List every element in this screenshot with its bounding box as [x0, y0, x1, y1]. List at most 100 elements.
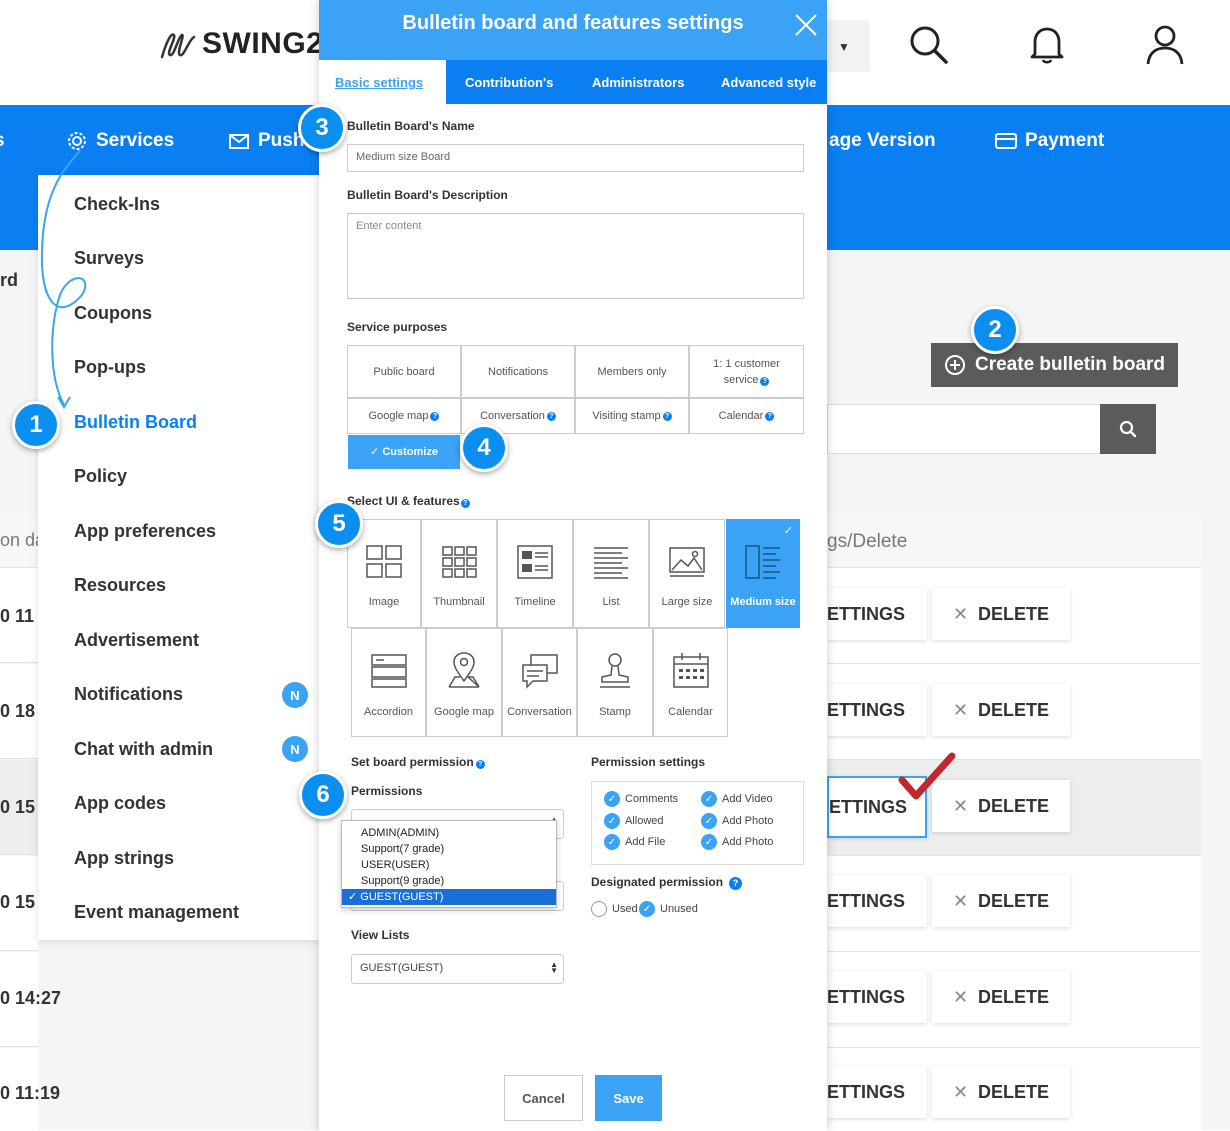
purpose-members-only[interactable]: Members only [575, 345, 689, 398]
perm-add-video-checkbox[interactable]: ✓ Add Video [701, 791, 773, 807]
create-bulletin-board-button[interactable]: Create bulletin board [931, 343, 1178, 387]
delete-button[interactable]: ✕ DELETE [932, 684, 1070, 736]
option-guest-selected[interactable]: ✓ GUEST(GUEST) [342, 889, 556, 905]
feature-thumbnail[interactable]: Thumbnail [421, 519, 497, 628]
feature-large-size[interactable]: Large size [649, 519, 725, 628]
thumbnail-grid-icon [442, 546, 477, 578]
option-admin[interactable]: ADMIN(ADMIN) [342, 825, 556, 841]
help-icon: ? [729, 877, 743, 890]
settings-button[interactable]: ETTINGS [827, 1066, 927, 1118]
menu-item-advertisement[interactable]: Advertisement [74, 630, 199, 651]
close-icon: ✕ [952, 1081, 969, 1102]
feature-timeline[interactable]: Timeline [497, 519, 573, 628]
settings-button[interactable]: ETTINGS [827, 588, 927, 640]
perm-add-file-checkbox[interactable]: ✓ Add File [604, 834, 665, 850]
check-icon: ✓ [639, 901, 655, 917]
menu-item-app-codes[interactable]: App codes [74, 793, 166, 814]
nav-push[interactable]: Push [228, 126, 304, 156]
option-user[interactable]: USER(USER) [342, 857, 556, 873]
search-icon[interactable] [906, 22, 950, 66]
feature-list[interactable]: List [573, 519, 649, 628]
language-select[interactable]: ▼ [826, 20, 870, 72]
menu-item-policy[interactable]: Policy [74, 466, 127, 487]
purpose-notifications[interactable]: Notifications [461, 345, 575, 398]
purpose-calendar[interactable]: Calendar? [689, 398, 804, 434]
perm-comments-checkbox[interactable]: ✓ Comments [604, 791, 678, 807]
menu-item-chat-with-admin[interactable]: Chat with admin [74, 739, 213, 760]
user-icon[interactable] [1143, 22, 1187, 66]
cancel-button[interactable]: Cancel [504, 1075, 583, 1121]
menu-item-app-strings[interactable]: App strings [74, 848, 174, 869]
option-support-9[interactable]: Support(9 grade) [342, 873, 556, 889]
designated-used-radio[interactable]: Used [591, 901, 638, 917]
settings-button[interactable]: ETTINGS [827, 971, 927, 1023]
check-icon: ✓ [701, 813, 717, 829]
row-time: 0 11:19 [0, 1083, 61, 1103]
close-icon: ✕ [952, 986, 969, 1007]
step-callout-3: 3 [298, 104, 346, 152]
close-icon[interactable] [793, 12, 819, 38]
purpose-public-board[interactable]: Public board [347, 345, 461, 398]
menu-item-bulletin-board[interactable]: Bulletin Board [74, 412, 197, 433]
set-board-permission-label: Set board permission? [351, 755, 485, 769]
row-time: 0 14:27 [0, 988, 62, 1008]
perm-add-photo-checkbox[interactable]: ✓ Add Photo [701, 813, 773, 829]
step-callout-1: 1 [12, 401, 60, 449]
menu-item-app-preferences[interactable]: App preferences [74, 521, 216, 542]
step-callout-5: 5 [315, 500, 363, 548]
feature-stamp[interactable]: Stamp [577, 628, 653, 737]
purpose-visiting-stamp[interactable]: Visiting stamp? [575, 398, 689, 434]
delete-button[interactable]: ✕ DELETE [932, 588, 1070, 640]
save-button[interactable]: Save [595, 1075, 662, 1121]
permission-settings-label: Permission settings [591, 755, 706, 769]
search-icon [1119, 420, 1137, 438]
delete-button[interactable]: ✕ DELETE [932, 971, 1070, 1023]
designated-unused-radio[interactable]: ✓ Unused [639, 901, 698, 917]
close-icon: ✕ [952, 890, 969, 911]
board-name-input[interactable]: Medium size Board [347, 144, 804, 172]
delete-button[interactable]: ✕ DELETE [932, 1066, 1070, 1118]
view-lists-select[interactable]: GUEST(GUEST) ▲ ▼ [351, 954, 564, 984]
menu-item-notifications[interactable]: Notifications [74, 684, 183, 705]
perm-add-photo-2-checkbox[interactable]: ✓ Add Photo [701, 834, 773, 850]
step-callout-6: 6 [299, 771, 347, 819]
nav-payment[interactable]: Payment [995, 126, 1104, 156]
board-name-label: Bulletin Board's Name [347, 119, 475, 133]
settings-button[interactable]: ETTINGS [827, 684, 927, 736]
feature-conversation[interactable]: Conversation [502, 628, 577, 737]
search-input[interactable] [827, 404, 1101, 454]
delete-button[interactable]: ✕ DELETE [932, 875, 1070, 927]
nav-push-label: Push [258, 130, 305, 151]
board-description-textarea[interactable]: Enter content [347, 213, 804, 299]
tab-basic-settings[interactable]: Basic settings [335, 75, 423, 90]
stamp-icon [600, 653, 630, 688]
search-button[interactable] [1100, 404, 1156, 454]
perm-allowed-checkbox[interactable]: ✓ Allowed [604, 813, 664, 829]
tab-advanced-style[interactable]: Advanced style [721, 75, 816, 90]
nav-page-version[interactable]: age Version [829, 126, 936, 156]
large-image-icon [669, 547, 705, 577]
settings-button[interactable]: ETTINGS [827, 875, 927, 927]
bell-icon[interactable] [1025, 22, 1069, 66]
menu-item-resources[interactable]: Resources [74, 575, 166, 596]
check-icon: ✓ [604, 834, 620, 850]
feature-medium-size[interactable]: ✓ Medium size [726, 519, 800, 628]
help-icon: ? [662, 411, 672, 421]
feature-accordion[interactable]: Accordion [351, 628, 426, 737]
option-support-7[interactable]: Support(7 grade) [342, 841, 556, 857]
menu-item-event-management[interactable]: Event management [74, 902, 239, 923]
table-header-settings-delete: gs/Delete [827, 531, 908, 552]
tab-contributions[interactable]: Contribution's [465, 75, 553, 90]
feature-google-map[interactable]: Google map [426, 628, 502, 737]
logo-mark-icon [160, 33, 196, 59]
feature-calendar[interactable]: Calendar [653, 628, 728, 737]
purpose-google-map[interactable]: Google map? [347, 398, 461, 434]
board-settings-modal: Bulletin board and features settings Bas… [319, 0, 827, 1131]
plus-circle-icon [945, 355, 965, 375]
close-icon: ✕ [952, 603, 969, 624]
purpose-customize[interactable]: ✓ Customize [348, 435, 460, 469]
permission-settings-box: ✓ Comments ✓ Add Video ✓ Allowed ✓ Add Photo… [591, 781, 804, 865]
logo[interactable]: SWING2 [158, 24, 323, 64]
tab-administrators[interactable]: Administrators [592, 75, 684, 90]
purpose-customer-service[interactable]: 1: 1 customer service? [689, 345, 804, 398]
